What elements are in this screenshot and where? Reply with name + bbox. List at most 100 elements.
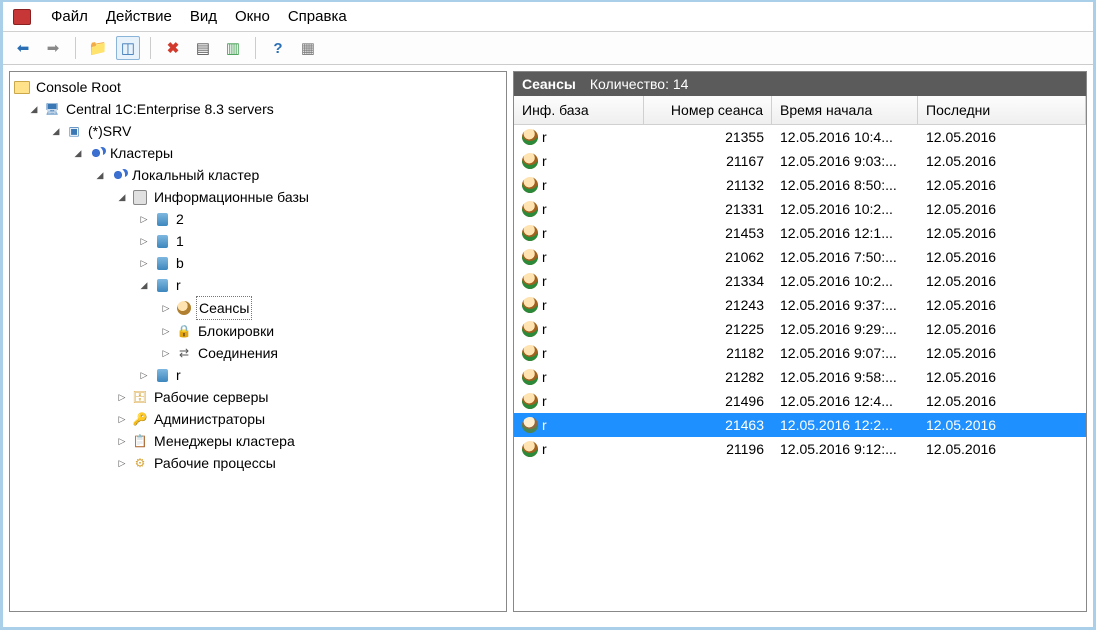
cylinder-icon bbox=[154, 277, 170, 293]
node-db-r[interactable]: ◢ r bbox=[12, 274, 504, 296]
col-last[interactable]: Последни bbox=[918, 96, 1086, 124]
col-session-no[interactable]: Номер сеанса bbox=[644, 96, 772, 124]
table-row[interactable]: r2145312.05.2016 12:1...12.05.2016 bbox=[514, 221, 1086, 245]
node-sessions[interactable]: ▷ Сеансы bbox=[12, 296, 504, 320]
tree[interactable]: Console Root ◢ 🖥 Central 1C:Enterprise 8… bbox=[10, 72, 506, 478]
table-row[interactable]: r2133412.05.2016 10:2...12.05.2016 bbox=[514, 269, 1086, 293]
expand-icon[interactable]: ▷ bbox=[116, 435, 128, 447]
cell-session-no: 21243 bbox=[644, 297, 772, 313]
menu-file[interactable]: Файл bbox=[51, 8, 88, 25]
collapse-icon[interactable]: ◢ bbox=[28, 103, 40, 115]
user-avatar-icon bbox=[522, 345, 538, 361]
table-row[interactable]: r2146312.05.2016 12:2...12.05.2016 bbox=[514, 413, 1086, 437]
cell-session-no: 21182 bbox=[644, 345, 772, 361]
tree-label: b bbox=[174, 252, 186, 274]
cell-infobase: r bbox=[542, 225, 547, 241]
tree-pane: Console Root ◢ 🖥 Central 1C:Enterprise 8… bbox=[9, 71, 507, 612]
expand-icon[interactable]: ▷ bbox=[116, 391, 128, 403]
export-button[interactable]: ▥ bbox=[221, 36, 245, 60]
collapse-icon[interactable]: ◢ bbox=[138, 279, 150, 291]
menu-action[interactable]: Действие bbox=[106, 8, 172, 25]
table-row[interactable]: r2119612.05.2016 9:12:...12.05.2016 bbox=[514, 437, 1086, 461]
table-row[interactable]: r2118212.05.2016 9:07:...12.05.2016 bbox=[514, 341, 1086, 365]
node-db-r2[interactable]: ▷ r bbox=[12, 364, 504, 386]
toolbar: ⬅ ➡ 📁 ◫ ✖ ▤ ▥ ? ▦ bbox=[3, 32, 1093, 65]
delete-button[interactable]: ✖ bbox=[161, 36, 185, 60]
expand-icon[interactable]: ▷ bbox=[138, 235, 150, 247]
cell-last: 12.05.2016 bbox=[918, 201, 1086, 217]
properties-button[interactable]: ▤ bbox=[191, 36, 215, 60]
node-locks[interactable]: ▷ 🔒 Блокировки bbox=[12, 320, 504, 342]
node-work-proc[interactable]: ▷ ⚙ Рабочие процессы bbox=[12, 452, 504, 474]
node-console-root[interactable]: Console Root bbox=[12, 76, 504, 98]
expand-icon[interactable]: ▷ bbox=[160, 347, 172, 359]
tree-label: Менеджеры кластера bbox=[152, 430, 297, 452]
table-row[interactable]: r2135512.05.2016 10:4...12.05.2016 bbox=[514, 125, 1086, 149]
table-row[interactable]: r2128212.05.2016 9:58:...12.05.2016 bbox=[514, 365, 1086, 389]
user-avatar-icon bbox=[522, 129, 538, 145]
user-avatar-icon bbox=[522, 441, 538, 457]
expand-icon[interactable]: ▷ bbox=[138, 213, 150, 225]
table-row[interactable]: r2133112.05.2016 10:2...12.05.2016 bbox=[514, 197, 1086, 221]
table-row[interactable]: r2106212.05.2016 7:50:...12.05.2016 bbox=[514, 245, 1086, 269]
show-tree-button[interactable]: ◫ bbox=[116, 36, 140, 60]
tree-label: Блокировки bbox=[196, 320, 276, 342]
back-button[interactable]: ⬅ bbox=[11, 36, 35, 60]
col-start-time[interactable]: Время начала bbox=[772, 96, 918, 124]
collapse-icon[interactable]: ◢ bbox=[50, 125, 62, 137]
cell-session-no: 21282 bbox=[644, 369, 772, 385]
expand-icon[interactable]: ▷ bbox=[138, 369, 150, 381]
tree-label: Central 1C:Enterprise 8.3 servers bbox=[64, 98, 276, 120]
node-central[interactable]: ◢ 🖥 Central 1C:Enterprise 8.3 servers bbox=[12, 98, 504, 120]
grid-body[interactable]: r2135512.05.2016 10:4...12.05.2016r21167… bbox=[514, 125, 1086, 611]
menu-help[interactable]: Справка bbox=[288, 8, 347, 25]
node-local-cluster[interactable]: ◢ Локальный кластер bbox=[12, 164, 504, 186]
cell-infobase: r bbox=[542, 297, 547, 313]
grid-header: Сеансы Количество: 14 bbox=[514, 72, 1086, 96]
cell-session-no: 21132 bbox=[644, 177, 772, 193]
content: Console Root ◢ 🖥 Central 1C:Enterprise 8… bbox=[3, 65, 1093, 618]
expand-icon[interactable]: ▷ bbox=[160, 302, 172, 314]
tree-label: Сеансы bbox=[196, 296, 252, 320]
connection-icon: ⇄ bbox=[176, 345, 192, 361]
node-connections[interactable]: ▷ ⇄ Соединения bbox=[12, 342, 504, 364]
cell-start-time: 12.05.2016 9:07:... bbox=[772, 345, 918, 361]
table-row[interactable]: r2113212.05.2016 8:50:...12.05.2016 bbox=[514, 173, 1086, 197]
grid-title: Сеансы bbox=[522, 76, 576, 92]
node-db-1[interactable]: ▷ 1 bbox=[12, 230, 504, 252]
node-db-2[interactable]: ▷ 2 bbox=[12, 208, 504, 230]
tree-label: Console Root bbox=[34, 76, 123, 98]
menubar: Файл Действие Вид Окно Справка bbox=[3, 2, 1093, 32]
table-row[interactable]: r2149612.05.2016 12:4...12.05.2016 bbox=[514, 389, 1086, 413]
table-row[interactable]: r2122512.05.2016 9:29:...12.05.2016 bbox=[514, 317, 1086, 341]
node-managers[interactable]: ▷ 📋 Менеджеры кластера bbox=[12, 430, 504, 452]
node-admins[interactable]: ▷ 🔑 Администраторы bbox=[12, 408, 504, 430]
col-infobase[interactable]: Инф. база bbox=[514, 96, 644, 124]
node-srv[interactable]: ◢ ▣ (*)SRV bbox=[12, 120, 504, 142]
menu-view[interactable]: Вид bbox=[190, 8, 217, 25]
node-clusters[interactable]: ◢ Кластеры bbox=[12, 142, 504, 164]
tree-label: Рабочие серверы bbox=[152, 386, 270, 408]
node-work-servers[interactable]: ▷ 🗄 Рабочие серверы bbox=[12, 386, 504, 408]
list-button[interactable]: ▦ bbox=[296, 36, 320, 60]
collapse-icon[interactable]: ◢ bbox=[72, 147, 84, 159]
list-icon: 📋 bbox=[132, 433, 148, 449]
collapse-icon[interactable]: ◢ bbox=[94, 169, 106, 181]
help-button[interactable]: ? bbox=[266, 36, 290, 60]
expand-icon[interactable]: ▷ bbox=[116, 457, 128, 469]
node-infobases[interactable]: ◢ Информационные базы bbox=[12, 186, 504, 208]
expand-icon[interactable]: ▷ bbox=[138, 257, 150, 269]
expand-icon[interactable]: ▷ bbox=[160, 325, 172, 337]
menu-window[interactable]: Окно bbox=[235, 8, 270, 25]
table-row[interactable]: r2116712.05.2016 9:03:...12.05.2016 bbox=[514, 149, 1086, 173]
cell-infobase: r bbox=[542, 177, 547, 193]
collapse-icon[interactable]: ◢ bbox=[116, 191, 128, 203]
expand-icon[interactable]: ▷ bbox=[116, 413, 128, 425]
up-button[interactable]: 📁 bbox=[86, 36, 110, 60]
table-row[interactable]: r2124312.05.2016 9:37:...12.05.2016 bbox=[514, 293, 1086, 317]
forward-button[interactable]: ➡ bbox=[41, 36, 65, 60]
cell-last: 12.05.2016 bbox=[918, 417, 1086, 433]
node-db-b[interactable]: ▷ b bbox=[12, 252, 504, 274]
cylinder-icon bbox=[154, 255, 170, 271]
cell-start-time: 12.05.2016 12:1... bbox=[772, 225, 918, 241]
